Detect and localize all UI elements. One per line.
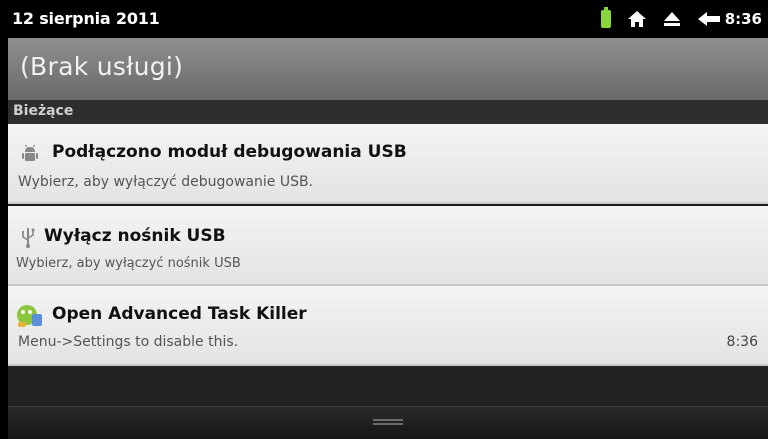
notification-title: Podłączono moduł debugowania USB [52,142,407,162]
status-time: 8:36 [724,10,762,28]
eject-icon [663,12,680,26]
empty-area [8,366,768,407]
usb-icon [22,228,35,248]
status-icons: 8:36 [600,0,762,38]
section-label: Bieżące [13,103,74,119]
notification-title: Wyłącz nośnik USB [44,226,226,246]
close-handle-bar[interactable] [8,407,768,439]
notification-text: Wybierz, aby wyłączyć debugowanie USB. [18,174,314,190]
notification-usb-storage[interactable]: Wyłącz nośnik USB Wybierz, aby wyłączyć … [8,206,768,286]
notification-time: 8:36 [726,334,758,350]
notification-text: Wybierz, aby wyłączyć nośnik USB [16,256,241,271]
carrier-header: (Brak usługi) [8,38,768,100]
battery-icon [600,7,611,28]
notification-usb-debugging[interactable]: Podłączono moduł debugowania USB Wybierz… [8,124,768,204]
notification-text: Menu->Settings to disable this. [18,334,239,350]
status-bar[interactable]: 12 sierpnia 2011 8:36 [8,0,768,38]
notification-task-killer[interactable]: Open Advanced Task Killer Menu->Settings… [8,286,768,366]
task-killer-icon [17,305,42,327]
status-date: 12 sierpnia 2011 [12,9,160,28]
carrier-label: (Brak usługi) [20,52,184,81]
notification-title: Open Advanced Task Killer [52,304,307,324]
drag-handle-icon[interactable] [373,419,403,427]
back-arrow-icon [697,12,720,26]
android-debug-icon [22,144,38,161]
home-icon [627,11,646,27]
section-header-ongoing: Bieżące [8,100,768,124]
notification-shade: 12 sierpnia 2011 8:36 (Brak usługi) Bież… [8,0,768,439]
